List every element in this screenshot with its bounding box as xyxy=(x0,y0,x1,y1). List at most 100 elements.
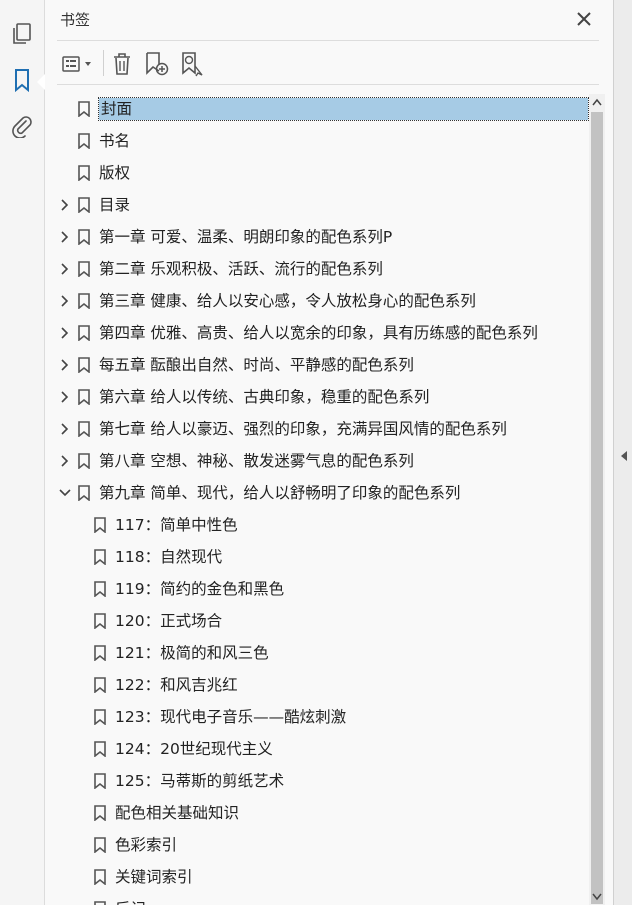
bookmark-icon xyxy=(78,133,90,150)
bookmark-child-row[interactable]: 123：现代电子音乐——酷炫刺激 xyxy=(57,701,589,733)
bookmark-row[interactable]: 第二章 乐观积极、活跃、流行的配色系列 xyxy=(57,253,589,285)
bookmark-label: 配色相关基础知识 xyxy=(115,804,240,822)
bookmark-row[interactable]: 第三章 健康、给人以安心感，令人放松身心的配色系列 xyxy=(57,285,589,317)
bookmark-child-row[interactable]: 124：20世纪现代主义 xyxy=(57,733,589,765)
bookmark-label: 120：正式场合 xyxy=(115,612,223,630)
bookmark-icon xyxy=(94,901,106,905)
bookmark-icon xyxy=(78,229,90,246)
bookmark-icon xyxy=(78,293,90,310)
bookmark-icon xyxy=(94,773,106,790)
chevron-right-icon[interactable] xyxy=(59,325,71,341)
bookmark-icon xyxy=(78,197,90,214)
bookmark-icon xyxy=(94,837,106,854)
bookmark-icon xyxy=(78,453,90,470)
chevron-right-icon[interactable] xyxy=(59,293,71,309)
bookmark-icon xyxy=(78,389,90,406)
toolbar-separator xyxy=(57,84,599,85)
active-pointer xyxy=(37,74,45,90)
bookmark-child-row[interactable]: 后记 xyxy=(57,893,589,905)
chevron-right-icon[interactable] xyxy=(59,389,71,405)
bookmark-row[interactable]: 第八章 空想、神秘、散发迷雾气息的配色系列 xyxy=(57,445,589,477)
bookmark-icon xyxy=(78,261,90,278)
bookmark-icon xyxy=(94,869,106,886)
bookmark-tree: 封面书名版权目录第一章 可爱、温柔、明朗印象的配色系列P 第二章 乐观积极、活跃、… xyxy=(57,91,591,905)
bookmark-label: 122：和风吉兆红 xyxy=(115,676,238,694)
bookmark-label: 第八章 空想、神秘、散发迷雾气息的配色系列 xyxy=(99,452,414,470)
add-bookmark-icon[interactable] xyxy=(143,50,171,78)
bookmark-label: 第一章 可爱、温柔、明朗印象的配色系列P xyxy=(99,228,393,246)
chevron-right-icon[interactable] xyxy=(59,421,71,437)
bookmark-child-row[interactable]: 120：正式场合 xyxy=(57,605,589,637)
bookmark-label: 第三章 健康、给人以安心感，令人放松身心的配色系列 xyxy=(99,292,476,310)
bookmark-label: 第六章 给人以传统、古典印象，稳重的配色系列 xyxy=(99,388,430,406)
list-options-icon[interactable] xyxy=(59,50,97,78)
find-bookmark-icon[interactable] xyxy=(179,50,207,78)
bookmark-icon xyxy=(78,357,90,374)
bookmarks-panel: 书签 封面书名版权目录第一章 可爱、温柔、明朗印象的配色系列P 第二章 乐观积极、… xyxy=(45,0,613,905)
chevron-right-icon[interactable] xyxy=(59,197,71,213)
bookmark-icon xyxy=(78,165,90,182)
bookmark-label: 119：简约的金色和黑色 xyxy=(115,580,285,598)
bookmark-icon xyxy=(94,613,106,630)
bookmark-label: 第二章 乐观积极、活跃、流行的配色系列 xyxy=(99,260,383,278)
bookmark-icon xyxy=(78,325,90,342)
bookmark-icon xyxy=(78,421,90,438)
bookmark-child-row[interactable]: 配色相关基础知识 xyxy=(57,797,589,829)
bookmark-icon xyxy=(78,485,90,502)
bookmark-row[interactable]: 第六章 给人以传统、古典印象，稳重的配色系列 xyxy=(57,381,589,413)
bookmark-child-row[interactable]: 118：自然现代 xyxy=(57,541,589,573)
close-icon[interactable] xyxy=(575,10,593,28)
bookmark-label: 后记 xyxy=(113,898,148,905)
bookmark-child-row[interactable]: 关键词索引 xyxy=(57,861,589,893)
bookmark-row[interactable]: 第四章 优雅、高贵、给人以宽余的印象，具有历练感的配色系列 xyxy=(57,317,589,349)
bookmark-icon xyxy=(94,645,106,662)
bookmark-row[interactable]: 封面 xyxy=(57,93,589,125)
collapse-panel-arrow-icon[interactable] xyxy=(619,448,629,464)
chevron-right-icon[interactable] xyxy=(59,357,71,373)
bookmark-label: 色彩索引 xyxy=(115,836,178,854)
vertical-scrollbar[interactable] xyxy=(589,94,605,905)
bookmark-label: 第四章 优雅、高贵、给人以宽余的印象，具有历练感的配色系列 xyxy=(99,324,538,342)
bookmark-child-row[interactable]: 色彩索引 xyxy=(57,829,589,861)
bookmark-row[interactable]: 第七章 给人以豪迈、强烈的印象，充满异国风情的配色系列 xyxy=(57,413,589,445)
bookmark-label: 125：马蒂斯的剪纸艺术 xyxy=(115,772,285,790)
scroll-down-arrow-icon[interactable] xyxy=(589,889,605,905)
bookmark-row[interactable]: 第九章 简单、现代，给人以舒畅明了印象的配色系列 xyxy=(57,477,589,509)
bookmark-icon xyxy=(94,741,106,758)
bookmark-child-row[interactable]: 125：马蒂斯的剪纸艺术 xyxy=(57,765,589,797)
bookmark-label: 封面 xyxy=(98,97,589,121)
navigation-rail xyxy=(0,0,45,905)
bookmark-icon xyxy=(94,549,106,566)
bookmark-row[interactable]: 每五章 酝酿出自然、时尚、平静感的配色系列 xyxy=(57,349,589,381)
bookmark-child-row[interactable]: 121：极简的和风三色 xyxy=(57,637,589,669)
bookmark-label: 124：20世纪现代主义 xyxy=(115,740,273,758)
chevron-right-icon[interactable] xyxy=(59,453,71,469)
bookmark-child-row[interactable]: 122：和风吉兆红 xyxy=(57,669,589,701)
scroll-up-arrow-icon[interactable] xyxy=(589,94,605,110)
bookmark-label: 117：简单中性色 xyxy=(115,516,238,534)
bookmark-icon[interactable] xyxy=(8,66,36,94)
document-edge xyxy=(613,0,632,905)
chevron-right-icon[interactable] xyxy=(59,229,71,245)
bookmark-icon xyxy=(94,805,106,822)
trash-icon[interactable] xyxy=(109,50,135,78)
bookmark-label: 第七章 给人以豪迈、强烈的印象，充满异国风情的配色系列 xyxy=(99,420,507,438)
bookmark-label: 118：自然现代 xyxy=(115,548,223,566)
bookmark-icon xyxy=(94,581,106,598)
bookmark-icon xyxy=(78,101,90,118)
chevron-down-icon[interactable] xyxy=(59,485,71,501)
paperclip-icon[interactable] xyxy=(8,112,36,140)
header-separator xyxy=(57,40,599,41)
bookmark-row[interactable]: 目录 xyxy=(57,189,589,221)
pages-icon[interactable] xyxy=(8,20,36,48)
panel-title: 书签 xyxy=(60,11,91,29)
scroll-thumb[interactable] xyxy=(591,112,603,904)
bookmark-label: 123：现代电子音乐——酷炫刺激 xyxy=(115,708,347,726)
bookmark-label: 版权 xyxy=(99,164,131,182)
bookmark-child-row[interactable]: 117：简单中性色 xyxy=(57,509,589,541)
chevron-right-icon[interactable] xyxy=(59,261,71,277)
bookmark-row[interactable]: 版权 xyxy=(57,157,589,189)
bookmark-child-row[interactable]: 119：简约的金色和黑色 xyxy=(57,573,589,605)
bookmark-row[interactable]: 书名 xyxy=(57,125,589,157)
bookmark-row[interactable]: 第一章 可爱、温柔、明朗印象的配色系列P xyxy=(57,221,589,253)
